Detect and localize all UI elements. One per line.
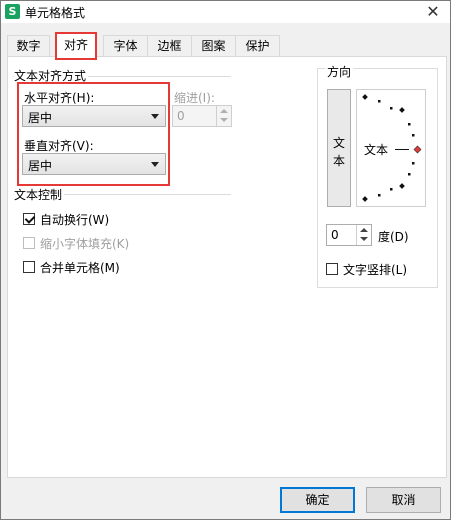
horizontal-align-select[interactable]: 居中 [22, 105, 166, 127]
ok-button[interactable]: 确定 [280, 487, 355, 513]
spin-up-icon[interactable] [360, 228, 368, 232]
merge-cells-label[interactable]: 合并单元格(M) [40, 259, 120, 276]
spin-down-icon [220, 118, 228, 122]
tab-pattern[interactable]: 图案 [191, 35, 236, 56]
spin-down-icon[interactable] [360, 237, 368, 241]
text-control-section-title: 文本控制 [14, 186, 65, 203]
tab-number[interactable]: 数字 [7, 35, 50, 56]
dial-tick [378, 100, 381, 103]
vertical-text-button[interactable]: 文 本 [327, 89, 351, 207]
vertical-align-label: 垂直对齐(V): [24, 139, 94, 153]
horizontal-align-label: 水平对齐(H): [24, 91, 95, 105]
dial-tick [408, 123, 411, 126]
dial-tick [408, 173, 411, 176]
chevron-down-icon [151, 162, 159, 167]
dial-tick [412, 162, 415, 165]
dial-tick [390, 107, 393, 110]
tab-protection[interactable]: 保护 [235, 35, 280, 56]
degree-value: 0 [331, 228, 339, 242]
tab-alignment[interactable]: 对齐 [55, 32, 97, 60]
indent-label: 缩进(I): [174, 91, 215, 105]
indent-spinner: 0 [172, 105, 232, 127]
degree-label: 度(D) [378, 230, 409, 244]
shrink-to-fit-label: 缩小字体填充(K) [40, 237, 130, 251]
dial-tick [390, 188, 393, 191]
vertical-text-checkbox[interactable] [326, 263, 338, 275]
degree-spinner[interactable]: 0 [326, 224, 372, 246]
dial-text: 文本 [364, 143, 389, 157]
dial-marker-minus90 [362, 196, 368, 202]
indent-spin-buttons [216, 106, 231, 126]
shrink-to-fit-checkbox [23, 237, 35, 249]
dial-marker-90 [362, 94, 368, 100]
wrap-text-label[interactable]: 自动换行(W) [40, 211, 109, 228]
wrap-text-checkbox[interactable] [23, 213, 35, 225]
dial-tick [378, 194, 381, 197]
orientation-dial[interactable]: 文本 [356, 89, 426, 207]
dial-marker-minus45 [399, 183, 405, 189]
dial-tick [412, 134, 415, 137]
cancel-button[interactable]: 取消 [366, 487, 441, 513]
vertical-align-select[interactable]: 居中 [22, 153, 166, 175]
dial-pointer-0 [413, 145, 422, 154]
title-bar: S 单元格格式 ✕ [1, 1, 450, 23]
close-button[interactable]: ✕ [422, 1, 444, 23]
horizontal-align-value: 居中 [28, 111, 53, 125]
indent-value: 0 [177, 109, 185, 123]
vertical-text-char-1: 文 [333, 136, 346, 150]
app-icon: S [5, 4, 20, 19]
tab-border[interactable]: 边框 [147, 35, 192, 56]
vertical-text-char-2: 本 [333, 154, 346, 168]
window-title: 单元格格式 [25, 6, 86, 20]
spin-up-icon [220, 109, 228, 113]
merge-cells-checkbox[interactable] [23, 261, 35, 273]
chevron-down-icon [151, 114, 159, 119]
format-cells-dialog: S 单元格格式 ✕ 数字 对齐 字体 边框 图案 保护 文本对齐方式 水平对齐(… [0, 0, 451, 520]
vertical-align-value: 居中 [28, 159, 53, 173]
vertical-text-label[interactable]: 文字竖排(L) [343, 261, 407, 278]
tab-font[interactable]: 字体 [103, 35, 148, 56]
degree-spin-buttons[interactable] [356, 225, 371, 245]
orientation-title: 方向 [325, 63, 354, 80]
dial-marker-45 [399, 107, 405, 113]
